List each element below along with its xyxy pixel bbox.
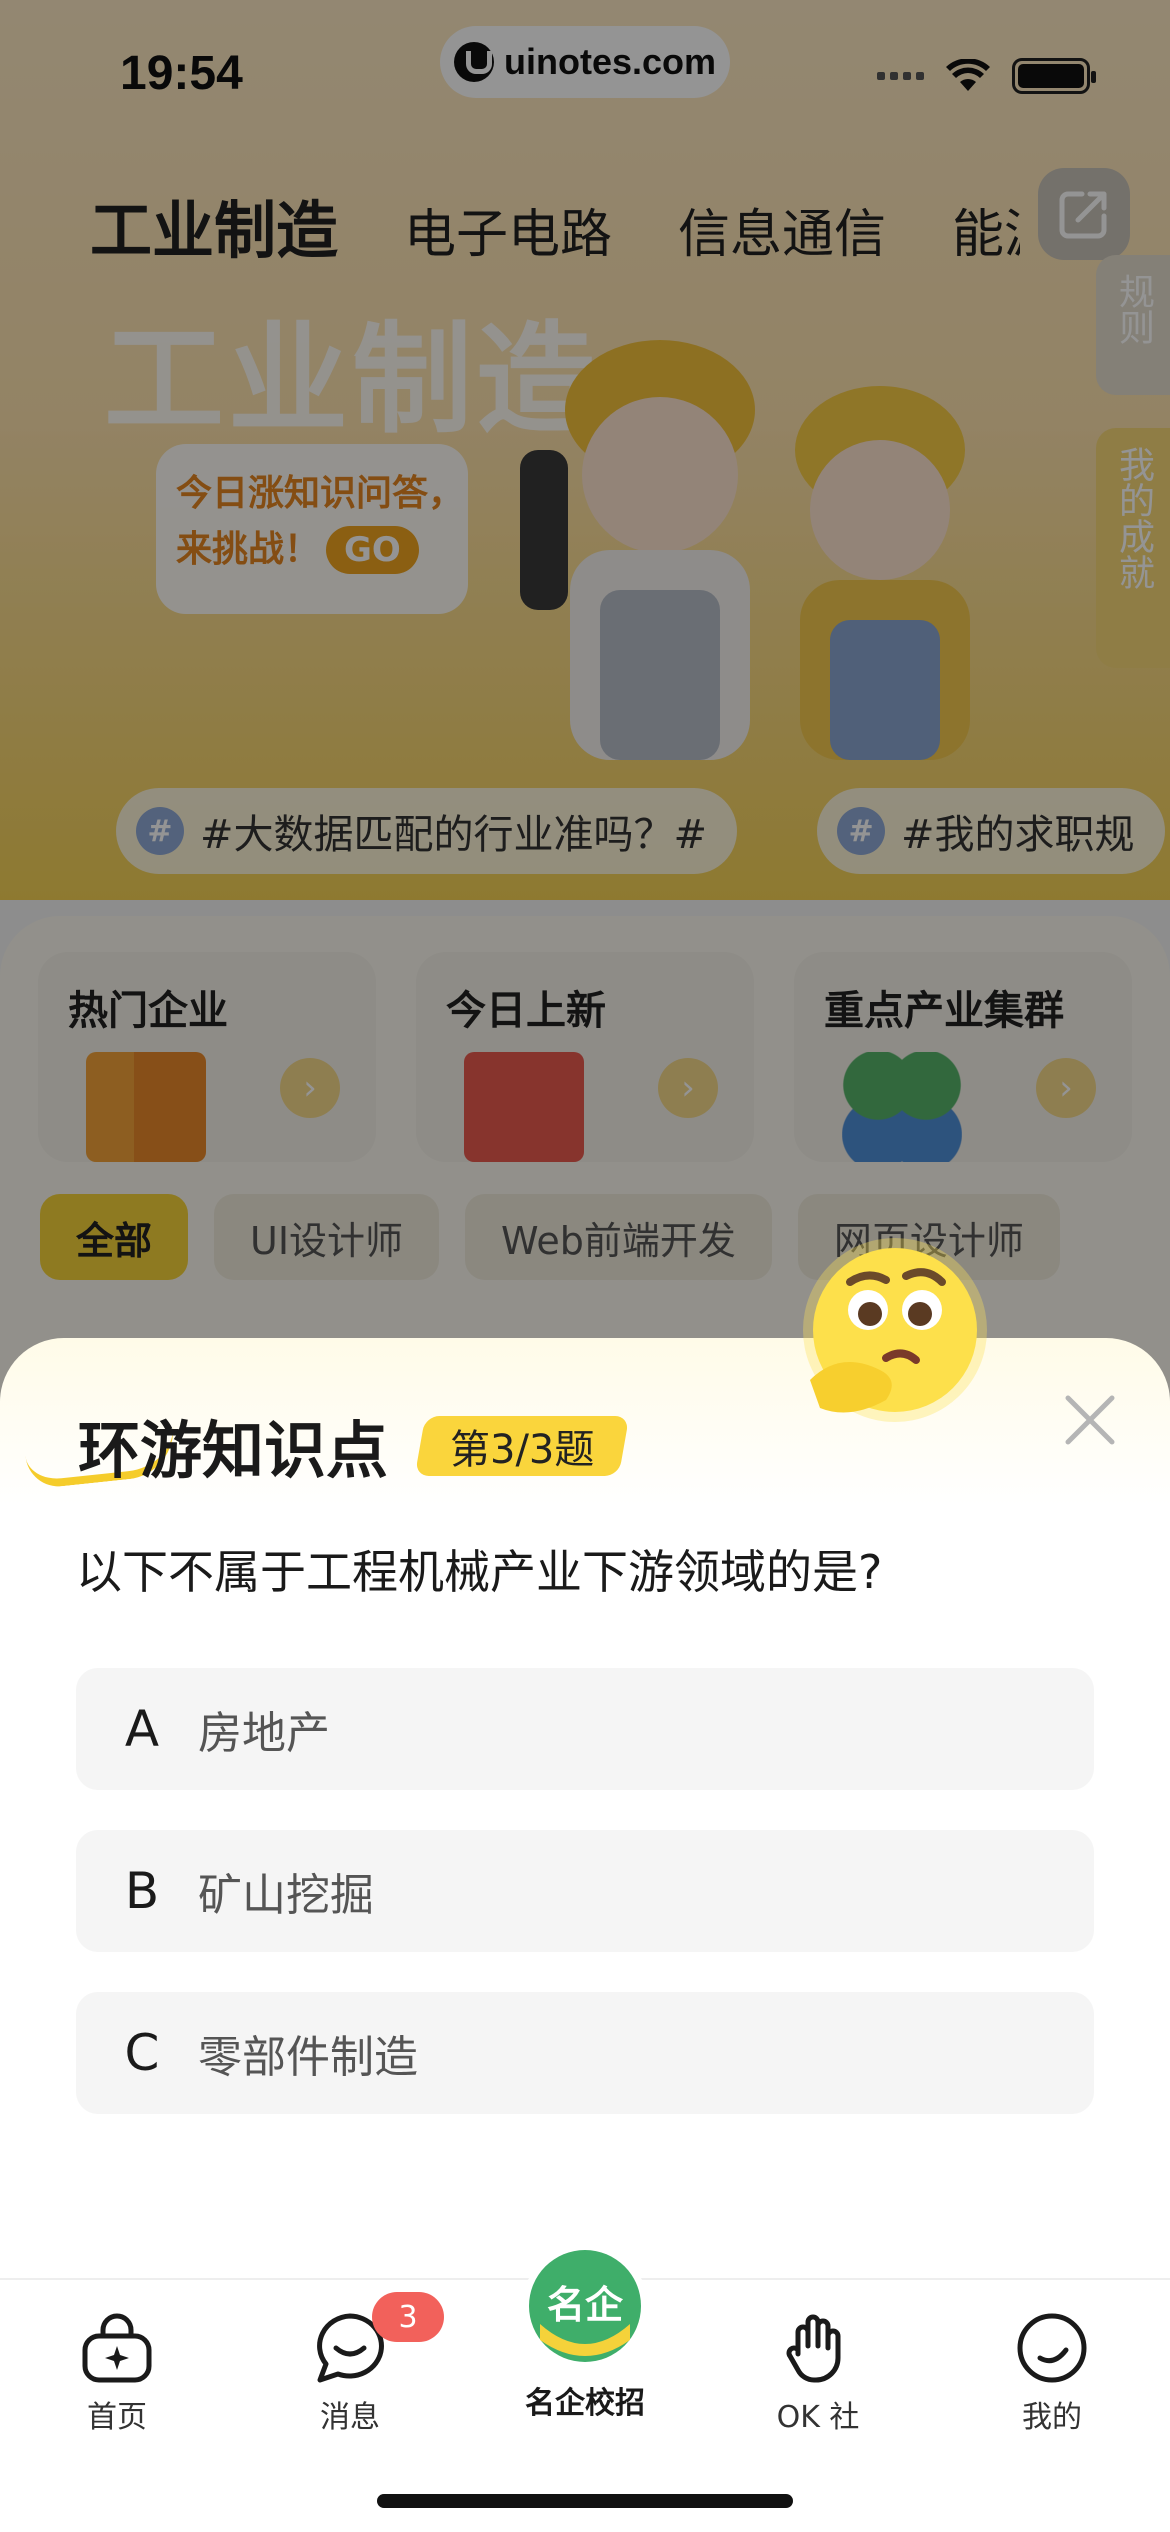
option-text: 矿山挖掘 — [198, 1870, 374, 1921]
quiz-option-a[interactable]: A 房地产 — [76, 1668, 1094, 1790]
home-indicator — [377, 2494, 793, 2508]
option-letter: A — [124, 1700, 160, 1758]
quiz-title: 环游知识点 — [78, 1414, 389, 1487]
option-letter: C — [124, 2024, 160, 2082]
tab-ok-label: OK 社 — [776, 2400, 860, 2435]
tab-me[interactable]: 我的 — [972, 2310, 1132, 2436]
hand-icon — [786, 2314, 841, 2383]
unread-count-badge: 3 — [372, 2292, 444, 2342]
option-text: 零部件制造 — [198, 2032, 418, 2083]
quiz-question: 以下不属于工程机械产业下游领域的是? — [76, 1545, 883, 1599]
thinking-emoji-icon — [803, 1238, 987, 1422]
close-icon[interactable] — [1060, 1390, 1120, 1450]
tab-home[interactable]: 首页 — [37, 2310, 197, 2436]
quiz-option-c[interactable]: C 零部件制造 — [76, 1992, 1094, 2114]
tab-home-label: 首页 — [87, 2400, 147, 2435]
center-logo-text: 名企 — [547, 2283, 624, 2327]
quiz-progress-text: 第3/3题 — [450, 1427, 595, 1473]
tab-campus-recruitment-label: 名企校招 — [525, 2386, 645, 2421]
tab-campus-recruitment[interactable]: 名企 名企校招 — [505, 2244, 665, 2422]
quiz-progress-badge: 第3/3题 — [414, 1416, 630, 1476]
quiz-option-b[interactable]: B 矿山挖掘 — [76, 1830, 1094, 1952]
campus-recruitment-logo-icon: 名企 — [521, 2245, 649, 2373]
home-bag-icon — [82, 2313, 152, 2383]
tab-ok-community[interactable]: OK 社 — [738, 2310, 898, 2436]
page: 19:54 uinotes.com 工业制造 电子电路 信息通信 能源 — [0, 0, 1170, 2532]
smile-face-icon — [1017, 2313, 1087, 2383]
option-letter: B — [124, 1862, 160, 1920]
option-text: 房地产 — [198, 1708, 330, 1759]
tab-me-label: 我的 — [1022, 2400, 1082, 2435]
tab-messages-label: 消息 — [320, 2400, 380, 2435]
